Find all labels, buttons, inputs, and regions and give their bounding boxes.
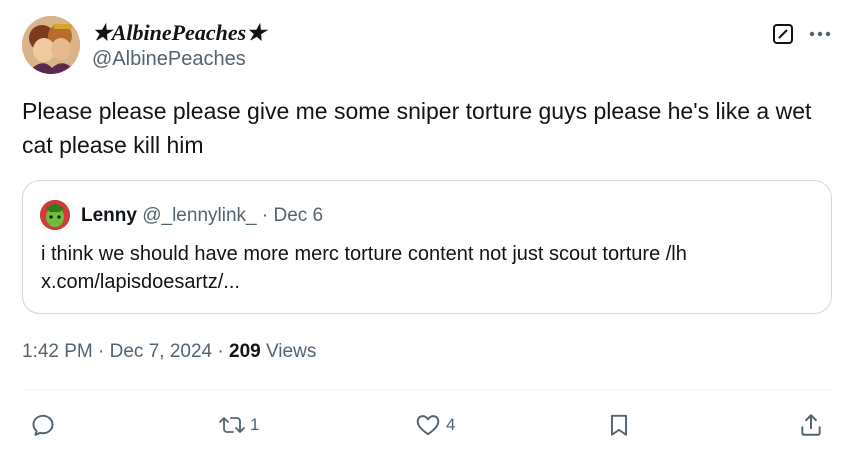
tweet-time-date[interactable]: 1:42 PM · Dec 7, 2024 · (22, 341, 229, 362)
quote-text-line: i think we should have more merc torture… (41, 243, 687, 265)
quoted-tweet-card[interactable]: Lenny @_lennylink_ · Dec 6 i think we sh… (22, 180, 832, 314)
grok-icon (773, 24, 793, 44)
share-button[interactable] (798, 410, 824, 440)
repost-count: 1 (250, 415, 260, 434)
author-display-name[interactable]: ★AlbinePeaches★ (92, 20, 266, 46)
quote-avatar-image (40, 200, 70, 230)
more-icon (809, 31, 831, 37)
reply-button[interactable] (30, 410, 56, 440)
quote-header: Lenny @_lennylink_ · Dec 6 (81, 205, 323, 227)
more-options-button[interactable] (806, 20, 834, 48)
quote-author-avatar (40, 200, 70, 230)
bookmark-icon (610, 414, 628, 436)
heart-icon (416, 415, 440, 436)
tweet-timestamp: 1:42 PM · Dec 7, 2024 · 209 Views (22, 340, 316, 364)
like-count: 4 (446, 415, 456, 434)
quote-author-name: Lenny (81, 205, 137, 226)
quote-text: i think we should have more merc torture… (41, 240, 811, 296)
divider (22, 389, 834, 390)
author-avatar[interactable] (22, 16, 80, 74)
like-button[interactable]: 4 (414, 410, 455, 440)
quote-link-line: x.com/lapisdoesartz/... (41, 271, 240, 293)
quote-author-meta: @_lennylink_ · Dec 6 (142, 205, 324, 226)
grok-button[interactable] (771, 22, 795, 46)
share-icon (801, 414, 821, 436)
repost-button[interactable]: 1 (218, 410, 259, 440)
author-handle[interactable]: @AlbinePeaches (92, 47, 246, 71)
views-count: 209 (229, 341, 261, 362)
tweet-text: Please please please give me some sniper… (22, 98, 812, 158)
author-avatar-image (22, 16, 80, 74)
bookmark-button[interactable] (606, 410, 632, 440)
reply-icon (32, 414, 54, 436)
repost-icon (219, 417, 245, 433)
views-label: Views (260, 341, 317, 362)
